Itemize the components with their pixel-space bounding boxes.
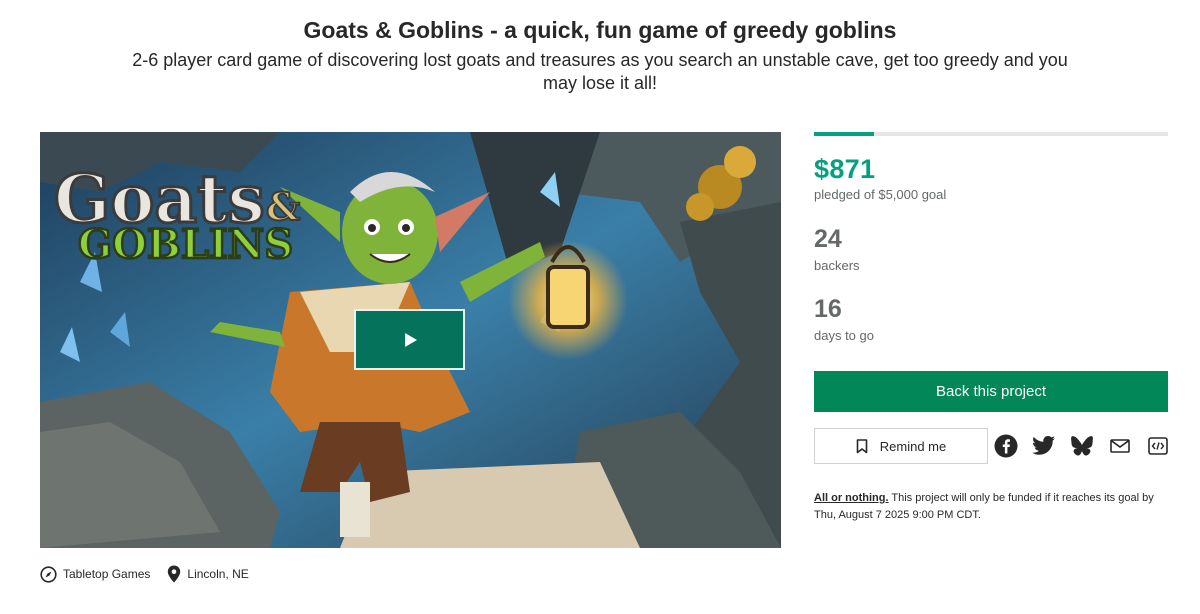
email-icon[interactable] — [1108, 434, 1132, 458]
pledged-label: pledged of $5,000 goal — [814, 187, 947, 202]
play-button[interactable] — [354, 309, 465, 370]
funding-progress-bar — [814, 132, 1168, 136]
category-label: Tabletop Games — [63, 567, 151, 581]
days-to-go-count: 16 — [814, 295, 842, 323]
category-link[interactable]: Tabletop Games — [40, 565, 151, 583]
location-link[interactable]: Lincoln, NE — [167, 565, 249, 583]
backers-label: backers — [814, 258, 860, 273]
project-meta: Tabletop Games Lincoln, NE — [40, 565, 266, 583]
remind-me-label: Remind me — [879, 438, 947, 454]
days-to-go-label: days to go — [814, 328, 874, 343]
project-video[interactable]: Goats & GOBLINS — [40, 132, 781, 548]
logo-line2: GOBLINS — [78, 221, 293, 268]
play-icon — [405, 332, 417, 347]
facebook-icon[interactable] — [994, 434, 1018, 458]
location-label: Lincoln, NE — [187, 567, 249, 581]
backers-count: 24 — [814, 225, 842, 253]
share-icons — [994, 434, 1170, 458]
all-or-nothing-link[interactable]: All or nothing. — [814, 492, 889, 504]
remind-me-button[interactable]: Remind me — [814, 428, 988, 464]
location-pin-icon — [168, 565, 181, 583]
pledged-amount: $871 — [814, 154, 876, 184]
project-title: Goats & Goblins - a quick, fun game of g… — [303, 17, 897, 43]
bookmark-icon — [856, 438, 868, 453]
compass-icon — [40, 565, 57, 583]
back-this-project-button[interactable]: Back this project — [814, 371, 1168, 412]
embed-icon[interactable] — [1146, 434, 1170, 458]
project-blurb: 2-6 player card game of discovering lost… — [132, 50, 1068, 93]
funding-progress-fill — [814, 132, 875, 136]
twitter-icon[interactable] — [1032, 434, 1056, 458]
all-or-nothing-note: All or nothing. This project will only b… — [814, 490, 1168, 524]
bluesky-icon[interactable] — [1070, 434, 1094, 458]
